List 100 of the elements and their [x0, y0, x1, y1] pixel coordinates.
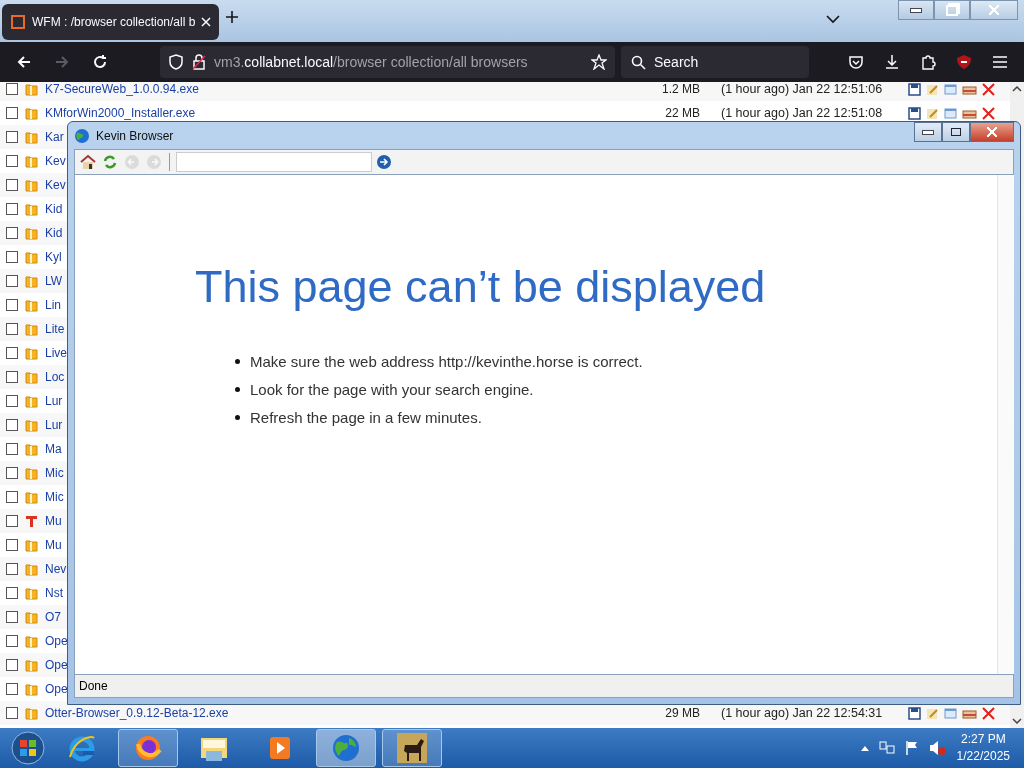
- checkbox[interactable]: [6, 395, 18, 407]
- taskbar-button[interactable]: [382, 729, 442, 767]
- checkbox[interactable]: [6, 179, 18, 191]
- save-icon[interactable]: [908, 82, 921, 96]
- checkbox[interactable]: [6, 635, 18, 647]
- checkbox[interactable]: [6, 539, 18, 551]
- horse-icon[interactable]: [397, 733, 427, 763]
- download-icon[interactable]: [884, 54, 900, 70]
- file-link[interactable]: Kar: [45, 130, 64, 144]
- muted-speaker-icon[interactable]: [928, 740, 947, 756]
- file-link[interactable]: K7-SecureWeb_1.0.0.94.exe: [45, 82, 199, 96]
- back-icon[interactable]: [16, 54, 32, 70]
- scrollbar[interactable]: [997, 175, 1014, 674]
- checkbox[interactable]: [6, 347, 18, 359]
- checkbox[interactable]: [6, 83, 18, 95]
- lock-icon[interactable]: [192, 54, 206, 70]
- file-link[interactable]: Mic: [45, 490, 64, 504]
- reload-icon[interactable]: [92, 54, 108, 70]
- checkbox[interactable]: [6, 659, 18, 671]
- pencil-icon[interactable]: [926, 106, 939, 120]
- window-icon[interactable]: [944, 106, 957, 120]
- file-link[interactable]: Ope: [45, 682, 68, 696]
- shield-badge-icon[interactable]: [956, 54, 972, 70]
- checkbox[interactable]: [6, 251, 18, 263]
- scroll-up-icon[interactable]: [1012, 86, 1022, 92]
- pocket-icon[interactable]: [848, 54, 864, 70]
- play-icon[interactable]: [268, 735, 292, 761]
- network-icon[interactable]: [878, 740, 895, 756]
- checkbox[interactable]: [6, 563, 18, 575]
- checkbox[interactable]: [6, 299, 18, 311]
- save-icon[interactable]: [908, 106, 921, 120]
- menu-icon[interactable]: [992, 55, 1008, 69]
- file-link[interactable]: Kev: [45, 178, 66, 192]
- close-button[interactable]: [970, 122, 1014, 142]
- shield-icon[interactable]: [168, 54, 184, 70]
- checkbox[interactable]: [6, 323, 18, 335]
- checkbox[interactable]: [6, 419, 18, 431]
- chevron-down-icon[interactable]: [826, 14, 840, 24]
- checkbox[interactable]: [6, 203, 18, 215]
- file-link[interactable]: Ope: [45, 634, 68, 648]
- minimize-button[interactable]: [898, 0, 934, 20]
- firefox-icon[interactable]: [134, 734, 162, 762]
- file-link[interactable]: Kid: [45, 226, 63, 240]
- file-link[interactable]: LW: [45, 274, 63, 288]
- scroll-down-icon[interactable]: [1012, 718, 1022, 724]
- file-link[interactable]: Kyl: [45, 250, 62, 264]
- checkbox[interactable]: [6, 275, 18, 287]
- file-link[interactable]: Kev: [45, 154, 66, 168]
- star-icon[interactable]: [591, 54, 607, 70]
- checkbox[interactable]: [6, 227, 18, 239]
- house-icon[interactable]: [80, 154, 96, 170]
- checkbox[interactable]: [6, 371, 18, 383]
- address-field[interactable]: [176, 152, 372, 172]
- browser-tab[interactable]: WFM : /browser collection/all b: [2, 4, 220, 40]
- flag-icon[interactable]: [904, 740, 919, 756]
- checkbox[interactable]: [6, 611, 18, 623]
- file-link[interactable]: Kid: [45, 202, 63, 216]
- file-link[interactable]: Mu: [45, 538, 62, 552]
- file-link[interactable]: Ope: [45, 658, 68, 672]
- checkbox[interactable]: [6, 587, 18, 599]
- file-link[interactable]: Loc: [45, 370, 65, 384]
- maximize-button[interactable]: [942, 122, 970, 142]
- clock[interactable]: 2:27 PM 1/22/2025: [956, 731, 1010, 765]
- file-link[interactable]: O7: [45, 610, 61, 624]
- go-icon[interactable]: [376, 154, 392, 170]
- file-link[interactable]: Nst: [45, 586, 63, 600]
- checkbox[interactable]: [6, 155, 18, 167]
- checkbox[interactable]: [6, 131, 18, 143]
- e-logo-icon[interactable]: [67, 733, 97, 763]
- file-link[interactable]: Nev: [45, 562, 67, 576]
- file-link[interactable]: Lur: [45, 418, 63, 432]
- file-link[interactable]: Mu: [45, 514, 62, 528]
- file-link[interactable]: KMforWin2000_Installer.exe: [45, 106, 196, 120]
- search-field[interactable]: Search: [621, 46, 809, 78]
- pencil-icon[interactable]: [926, 82, 939, 96]
- window-icon[interactable]: [944, 82, 957, 96]
- file-link[interactable]: Otter-Browser_0.9.12-Beta-12.exe: [45, 706, 229, 720]
- checkbox[interactable]: [6, 491, 18, 503]
- pencil-icon[interactable]: [926, 706, 939, 720]
- file-link[interactable]: Lite: [45, 322, 65, 336]
- puzzle-icon[interactable]: [920, 54, 936, 70]
- close-button[interactable]: [970, 0, 1018, 20]
- file-link[interactable]: Live: [45, 346, 67, 360]
- refresh-icon[interactable]: [102, 154, 118, 170]
- file-link[interactable]: Ma: [45, 442, 62, 456]
- minimize-button[interactable]: [914, 122, 942, 142]
- checkbox[interactable]: [6, 683, 18, 695]
- file-link[interactable]: Lin: [45, 298, 61, 312]
- new-tab-icon[interactable]: [225, 10, 240, 24]
- file-link[interactable]: Lur: [45, 394, 63, 408]
- start-button[interactable]: [10, 730, 46, 766]
- file-link[interactable]: Mic: [45, 466, 64, 480]
- address-bar[interactable]: vm3.collabnet.local/browser collection/all browsers: [160, 46, 615, 78]
- checkbox[interactable]: [6, 443, 18, 455]
- save-icon[interactable]: [908, 706, 921, 720]
- checkbox[interactable]: [6, 107, 18, 119]
- up-arrow-icon[interactable]: [860, 745, 869, 751]
- checkbox[interactable]: [6, 707, 18, 719]
- checkbox[interactable]: [6, 515, 18, 527]
- window-icon[interactable]: [944, 706, 957, 720]
